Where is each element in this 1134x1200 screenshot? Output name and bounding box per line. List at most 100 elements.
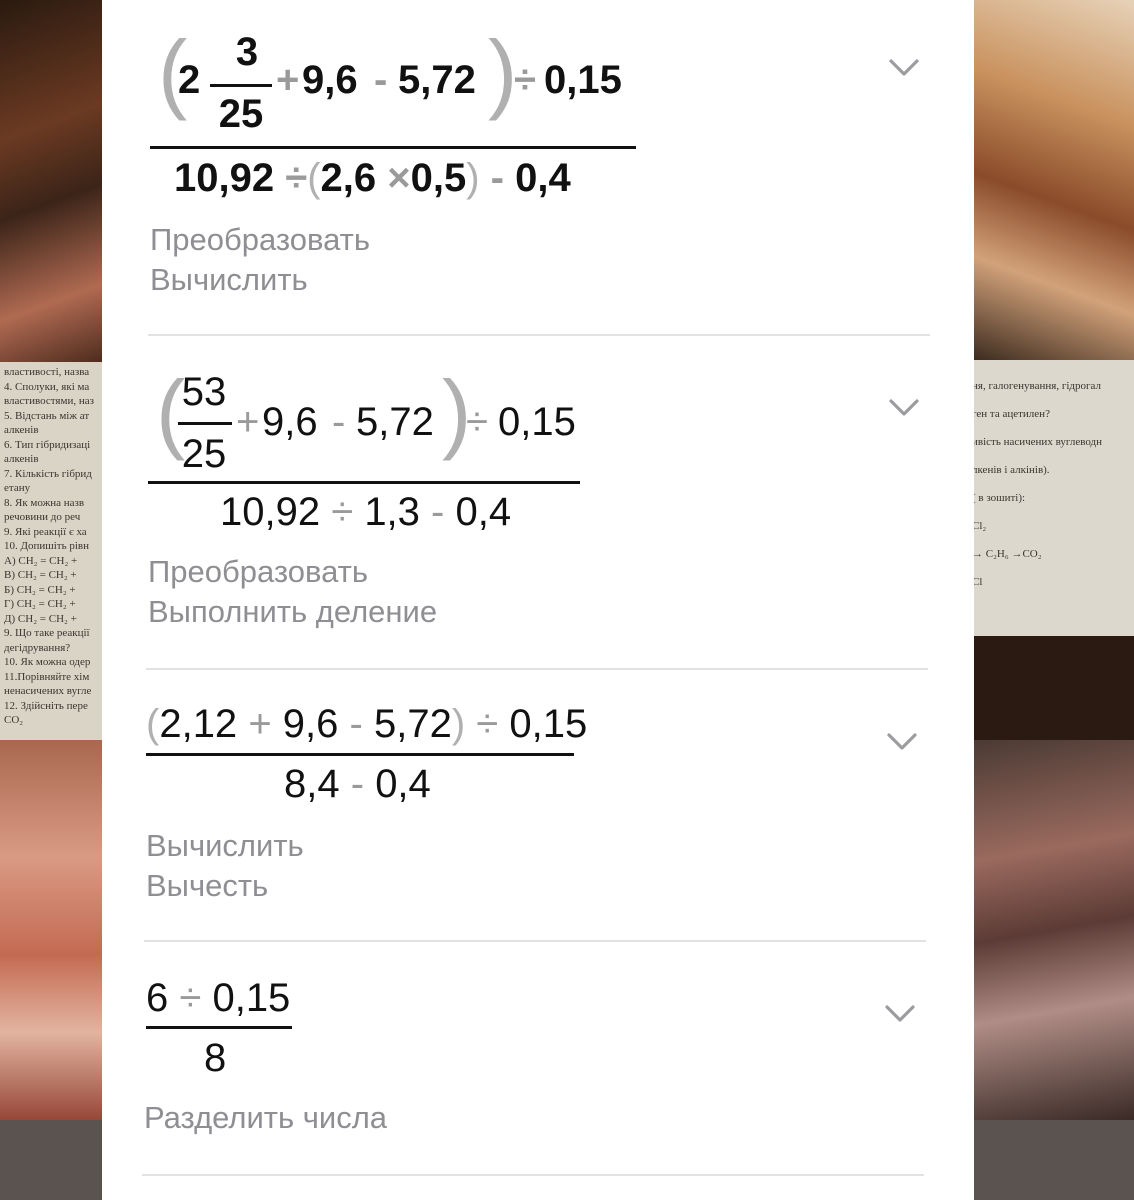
term-value: 8,4 (284, 762, 340, 806)
solution-step-3[interactable]: (2,12 + 9,6 - 5,72) ÷ 0,15 8,4 - 0,4 Выч… (102, 670, 974, 942)
chevron-down-icon[interactable] (884, 48, 924, 88)
calculate-action[interactable]: Вычислить (150, 262, 308, 298)
chevron-down-icon[interactable] (882, 722, 922, 762)
step-4-numerator: 6 ÷ 0,15 (146, 976, 290, 1021)
divide-sign: ÷ (331, 490, 354, 534)
background-document-line: 11.Порівняйте хім (4, 670, 90, 683)
divisor-value: 0,15 (498, 400, 576, 444)
fraction-denominator: 25 (218, 92, 264, 136)
background-document-line: 8. Як можна назв (4, 496, 85, 509)
minus-sign: - (431, 490, 445, 534)
term-value: 1,3 (364, 490, 420, 534)
step-2-numerator: ( 53 25 + 9,6 - 5,72 ) ÷ 0,15 (156, 364, 636, 484)
background-document-line: 4. Сполуки, які ма (4, 380, 90, 393)
minus-sign: - (350, 762, 365, 806)
step-1-numerator: ( 2 3 25 + 9,6 - 5,72 ) ÷ 0,15 (158, 22, 698, 142)
background-document-line: Г) CH₂ = CH₂ + (4, 598, 76, 610)
term-value: 0,5 (410, 156, 467, 200)
mixed-whole: 2 (178, 58, 201, 102)
term-value: 5,72 (398, 58, 476, 102)
background-document-line: 12. Здійсніть пере (4, 699, 88, 712)
step-4-denominator: 8 (204, 1036, 227, 1080)
main-fraction-bar (146, 1026, 292, 1029)
step-divider (148, 334, 930, 336)
divide-sign: ÷ (285, 156, 308, 200)
minus-sign: - (374, 58, 388, 102)
plus-sign: + (248, 702, 272, 746)
right-paren: ) (466, 156, 480, 200)
step-1-denominator: 10,92 ÷(2,6 ×0,5) - 0,4 (174, 156, 571, 201)
background-photo-right-mid (970, 636, 1134, 740)
background-document-line: ивість насичених вуглеводн (972, 436, 1102, 448)
step-3-numerator: (2,12 + 9,6 - 5,72) ÷ 0,15 (146, 702, 587, 747)
minus-sign: - (349, 702, 363, 746)
term-value: 0,4 (515, 156, 571, 200)
divide-action[interactable]: Выполнить деление (148, 594, 437, 630)
background-document-right: ня, галогенування, гідрогал ген та ацетил… (970, 360, 1134, 636)
step-3-denominator: 8,4 - 0,4 (284, 762, 431, 807)
left-paren: ( (307, 156, 321, 200)
solution-step-1[interactable]: ( 2 3 25 + 9,6 - 5,72 ) ÷ 0,15 10,92 ÷(2… (102, 0, 974, 338)
step-divider (142, 1174, 924, 1176)
times-sign: × (387, 156, 411, 200)
background-document-left: властивості, назва 4. Сполуки, які ма влас… (0, 362, 110, 740)
solution-steps-panel: ( 2 3 25 + 9,6 - 5,72 ) ÷ 0,15 10,92 ÷(2… (102, 0, 974, 1200)
divide-sign: ÷ (476, 702, 499, 746)
fraction-numerator: 3 (235, 30, 259, 74)
background-document-line: властивості, назва (4, 366, 90, 378)
fraction-denominator: 25 (181, 432, 227, 476)
background-document-line: властивостями, наз (4, 395, 94, 407)
left-paren: ( (146, 702, 160, 746)
background-document-line: А) CH₂ = CH₂ + (4, 554, 78, 567)
background-document-line: ненасичених вугле (4, 685, 92, 697)
background-photo-right-bottom (970, 740, 1134, 1120)
background-photo-left-top (0, 0, 110, 362)
chevron-down-icon[interactable] (880, 994, 920, 1034)
background-document-line: речовини до реч (4, 511, 81, 523)
transform-action[interactable]: Преобразовать (148, 554, 368, 590)
term-value: 9,6 (282, 702, 339, 746)
term-value: 0,4 (375, 762, 431, 806)
divide-sign: ÷ (179, 976, 202, 1020)
step-2-denominator: 10,92 ÷ 1,3 - 0,4 (220, 490, 511, 535)
subtract-action[interactable]: Вычесть (146, 868, 268, 904)
background-document-line: етану (4, 482, 31, 494)
main-fraction-bar (150, 146, 636, 149)
background-document-line: 5. Відстань між ат (4, 409, 90, 422)
background-photo-left-bottom (0, 740, 110, 1130)
term-value: 6 (146, 976, 169, 1020)
fraction-numerator: 53 (181, 370, 227, 414)
main-fraction-bar (148, 481, 580, 484)
fraction-bar (210, 84, 272, 87)
background-document-line: Cl₂ (972, 520, 987, 532)
fraction-bar (178, 422, 232, 425)
transform-action[interactable]: Преобразовать (150, 222, 370, 258)
background-document-line: алкенів (4, 453, 39, 465)
background-document-line: дегідрування? (4, 641, 71, 654)
divide-numbers-action[interactable]: Разделить числа (144, 1100, 387, 1136)
term-value: 5,72 (373, 702, 452, 746)
background-document-line: 6. Тип гібридизаці (4, 438, 91, 451)
solution-step-2[interactable]: ( 53 25 + 9,6 - 5,72 ) ÷ 0,15 10,92 ÷ 1,… (102, 338, 974, 670)
chevron-down-icon[interactable] (884, 388, 924, 428)
term-value: 10,92 (220, 490, 321, 534)
background-document-line: 7. Кількість гібрид (4, 467, 92, 480)
background-document-line: 9. Які реакції є ха (4, 525, 87, 538)
calculate-action[interactable]: Вычислить (146, 828, 304, 864)
plus-sign: + (236, 400, 260, 444)
term-value: 5,72 (356, 400, 434, 444)
background-photo-right-top (970, 0, 1134, 360)
divisor-value: 0,15 (212, 976, 291, 1020)
minus-sign: - (332, 400, 346, 444)
background-document-line: 10. Допишіть рівн (4, 540, 90, 552)
background-document-line: CO₂ (4, 714, 24, 726)
term-value: 9,6 (302, 58, 358, 102)
background-document-line: алкенів (4, 424, 39, 436)
main-fraction-bar (146, 753, 574, 756)
divide-sign: ÷ (466, 400, 488, 444)
background-document-line: 9. Що таке реакції (4, 627, 90, 639)
term-value: 2,12 (159, 702, 238, 746)
solution-step-4[interactable]: 6 ÷ 0,15 8 Разделить числа (102, 942, 974, 1200)
background-document-line: В) CH₂ = CH₂ + (4, 569, 77, 581)
background-document-line: ген та ацетилен? (972, 408, 1050, 420)
